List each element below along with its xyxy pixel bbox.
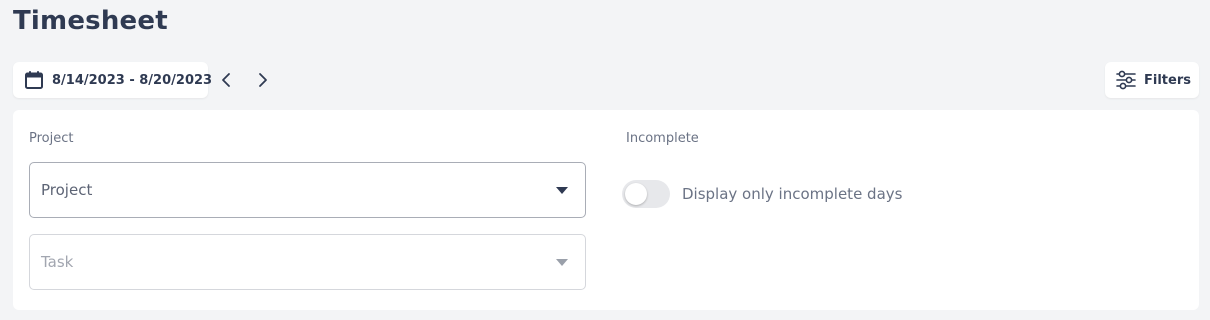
filters-panel: Project Project Task Incomplete Display [13, 110, 1199, 310]
timesheet-page: Timesheet 8/14/2023 - 8/20/2023 Filters … [0, 0, 1210, 320]
toggle-knob [625, 183, 647, 205]
project-section-label: Project [29, 131, 74, 146]
next-week-button[interactable] [251, 68, 275, 92]
caret-down-icon [555, 185, 569, 195]
chevron-right-icon [257, 72, 269, 88]
filters-button[interactable]: Filters [1105, 62, 1199, 98]
caret-down-icon [555, 257, 569, 267]
incomplete-toggle-row: Display only incomplete days [622, 180, 902, 208]
filters-button-label: Filters [1144, 72, 1191, 88]
calendar-icon [24, 70, 44, 90]
date-range-picker[interactable]: 8/14/2023 - 8/20/2023 [13, 62, 212, 98]
sliders-icon [1115, 70, 1137, 90]
incomplete-toggle-label: Display only incomplete days [682, 185, 903, 203]
project-select[interactable]: Project [29, 162, 586, 218]
project-select-placeholder: Project [41, 181, 93, 199]
incomplete-days-toggle[interactable] [622, 180, 670, 208]
task-select-placeholder: Task [41, 253, 74, 271]
incomplete-section-label: Incomplete [626, 131, 699, 146]
date-range-label: 8/14/2023 - 8/20/2023 [52, 72, 213, 88]
previous-week-button[interactable] [214, 68, 238, 92]
page-title: Timesheet [13, 6, 168, 36]
chevron-left-icon [220, 72, 232, 88]
task-select[interactable]: Task [29, 234, 586, 290]
